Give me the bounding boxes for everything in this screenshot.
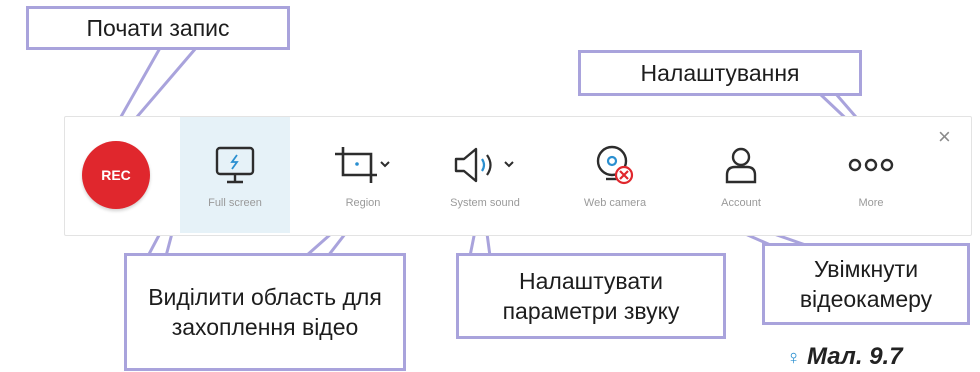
- more-icon: [846, 143, 896, 187]
- tool-label: Region: [345, 197, 381, 209]
- webcam-icon: [590, 143, 640, 187]
- caption-text: Мал. 9.7: [807, 343, 903, 370]
- callout-enable-camera: Увімкнути відеокамеру: [762, 243, 970, 325]
- chevron-down-icon: [380, 161, 390, 168]
- tool-label: System sound: [450, 197, 520, 209]
- chevron-down-icon: [504, 161, 514, 168]
- tool-label: Account: [721, 197, 761, 209]
- web-camera-button[interactable]: Web camera: [560, 117, 670, 233]
- callout-sound-settings: Налаштувати параметри звуку: [456, 253, 726, 339]
- monitor-icon: [213, 143, 257, 187]
- callout-settings: Налаштування: [578, 50, 862, 96]
- tool-label: Web camera: [583, 197, 647, 209]
- account-button[interactable]: Account: [686, 117, 796, 233]
- pin-icon: ♀: [786, 347, 801, 369]
- callout-select-region: Виділити область для захоплення відео: [124, 253, 406, 371]
- full-screen-button[interactable]: Full screen: [180, 117, 290, 233]
- crop-icon: [333, 143, 393, 187]
- system-sound-button[interactable]: System sound: [430, 117, 540, 233]
- close-icon[interactable]: ×: [938, 126, 951, 148]
- tool-label: Full screen: [208, 197, 262, 209]
- callout-start-recording: Почати запис: [26, 6, 290, 50]
- region-button[interactable]: Region: [308, 117, 418, 233]
- person-icon: [721, 143, 761, 187]
- figure-caption: ♀ Мал. 9.7: [786, 343, 903, 371]
- tool-label: More: [858, 197, 884, 209]
- more-button[interactable]: More: [816, 117, 926, 233]
- speaker-icon: [450, 143, 520, 187]
- rec-button[interactable]: REC: [82, 141, 150, 209]
